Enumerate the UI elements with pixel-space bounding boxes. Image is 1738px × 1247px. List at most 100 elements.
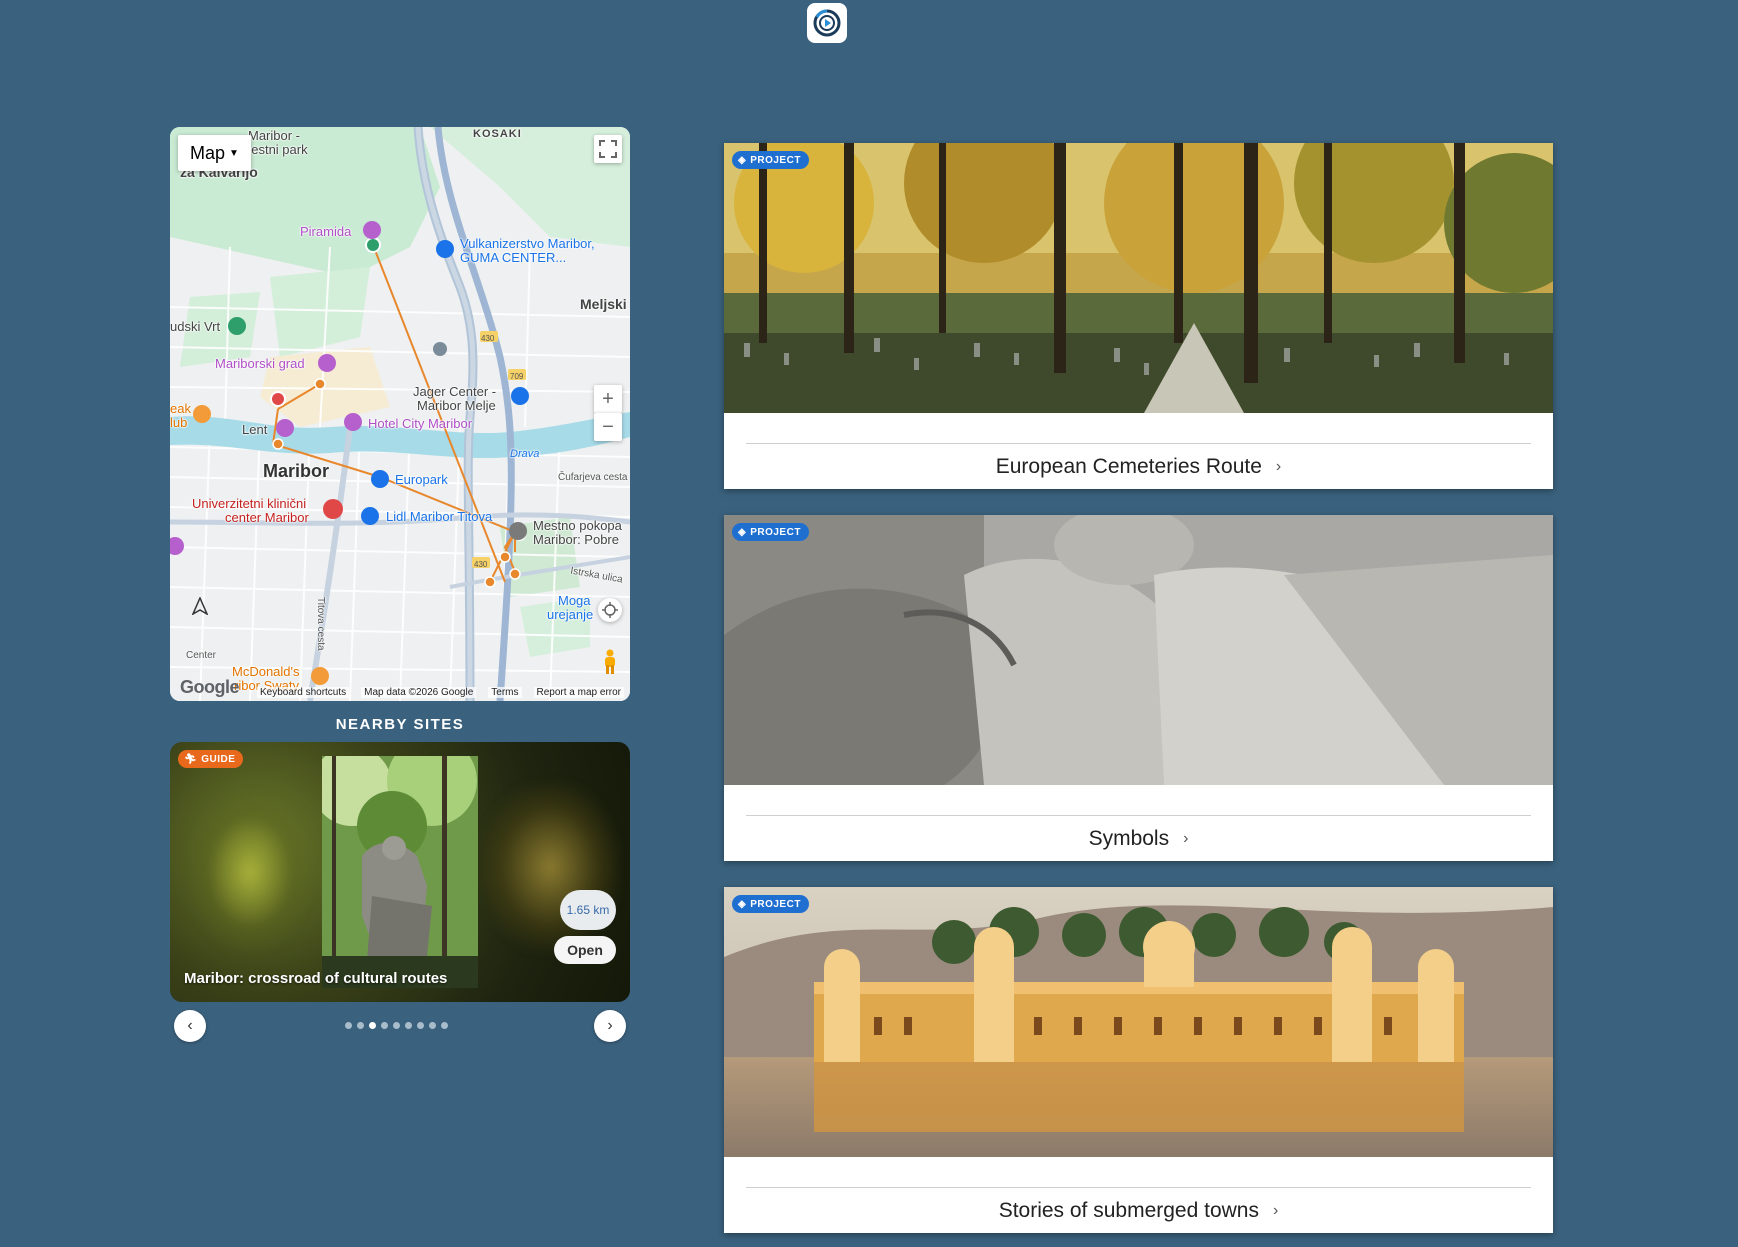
street-view-pegman[interactable] xyxy=(598,647,622,677)
map-label-maribor: Maribor xyxy=(263,461,330,481)
chevron-right-icon: › xyxy=(1183,830,1189,847)
project-card[interactable]: ◈ PROJECT Symbols › xyxy=(724,515,1553,861)
carousel-dot[interactable] xyxy=(417,1022,424,1029)
guide-badge: 🏃︎ GUIDE xyxy=(178,750,244,768)
project-title: Symbols xyxy=(1088,827,1170,850)
map-label-piramida: Piramida xyxy=(300,224,352,239)
app-logo[interactable] xyxy=(807,3,847,43)
hiker-icon: 🏃︎ xyxy=(184,753,198,765)
nearby-site-photo xyxy=(322,756,478,988)
map-label-lent: Lent xyxy=(242,422,268,437)
divider xyxy=(746,1187,1531,1188)
map-label-mariborski-grad: Mariborski grad xyxy=(215,356,305,371)
layers-icon: ◈ xyxy=(738,526,747,538)
project-title: Stories of submerged towns xyxy=(998,1199,1259,1222)
open-button[interactable]: Open xyxy=(554,936,616,964)
divider xyxy=(746,815,1531,816)
map-data-attribution: Map data ©2026 Google xyxy=(361,686,477,698)
project-badge-label: PROJECT xyxy=(750,898,801,910)
map-label-lub: lub xyxy=(170,415,188,430)
map-label-moga-2: urejanje xyxy=(547,607,594,622)
carousel-dot[interactable] xyxy=(405,1022,412,1029)
map-label-titova-cesta: Titova cesta xyxy=(315,597,326,651)
map-label-ukc-1: Univerzitetni klinični xyxy=(192,496,307,511)
map-label-jager-1: Jager Center - xyxy=(413,384,497,399)
project-title-link[interactable]: Stories of submerged towns › xyxy=(724,1193,1553,1229)
caret-down-icon: ▼ xyxy=(229,147,239,159)
carousel-dot[interactable] xyxy=(393,1022,400,1029)
carousel-dot[interactable] xyxy=(345,1022,352,1029)
nearby-site-card[interactable]: 🏃︎ GUIDE 1.65 km Open Maribor: crossroad… xyxy=(170,742,630,1002)
chevron-left-icon: ‹ xyxy=(187,1017,193,1034)
project-title-link[interactable]: European Cemeteries Route › xyxy=(724,449,1553,485)
map-label-cufarjeva: Čufarjeva cesta xyxy=(558,472,628,483)
carousel-dot[interactable] xyxy=(441,1022,448,1029)
logo-icon xyxy=(813,9,841,37)
map-label-eak: eak xyxy=(170,401,191,416)
fullscreen-icon xyxy=(599,140,617,158)
chevron-right-icon: › xyxy=(607,1017,613,1034)
layers-icon: ◈ xyxy=(738,898,747,910)
my-location-button[interactable] xyxy=(598,598,622,622)
zoom-in-button[interactable]: + xyxy=(594,385,622,413)
road-shield-430: 430 xyxy=(481,334,495,343)
card-background-blur xyxy=(190,792,310,952)
divider xyxy=(746,443,1531,444)
map-label-lidl: Lidl Maribor Titova xyxy=(386,509,493,524)
map-label-mestni-park: nestni park xyxy=(244,142,308,157)
map-label-meljski: Meljski xyxy=(580,296,627,312)
project-title: European Cemeteries Route xyxy=(995,455,1262,478)
project-photo xyxy=(724,887,1553,1157)
project-badge-label: PROJECT xyxy=(750,154,801,166)
crosshair-icon xyxy=(602,602,618,618)
carousel-dot[interactable] xyxy=(429,1022,436,1029)
layers-icon: ◈ xyxy=(738,154,747,166)
keyboard-shortcuts-link[interactable]: Keyboard shortcuts xyxy=(256,686,350,698)
map-label-maribor-park: Maribor - xyxy=(248,128,301,143)
project-photo xyxy=(724,143,1553,413)
map-label-center: Center xyxy=(186,650,217,661)
project-title-link[interactable]: Symbols › xyxy=(724,821,1553,857)
map-type-label: Map xyxy=(190,142,226,163)
project-photo xyxy=(724,515,1553,785)
road-shield-709: 709 xyxy=(510,372,524,381)
pegman-icon xyxy=(605,649,615,674)
fullscreen-button[interactable] xyxy=(594,135,622,163)
nearby-site-name: Maribor: crossroad of cultural routes xyxy=(184,970,448,987)
map-label-mcdonalds-1: McDonald's xyxy=(232,664,300,679)
plus-icon: + xyxy=(602,387,614,410)
map-label-hotel-city: Hotel City Maribor xyxy=(368,416,473,431)
chevron-right-icon: › xyxy=(1275,458,1282,475)
nearby-sites-heading: NEARBY SITES xyxy=(335,716,465,733)
carousel-dot[interactable] xyxy=(357,1022,364,1029)
minus-icon: − xyxy=(602,415,614,438)
project-badge: ◈ PROJECT xyxy=(732,151,809,169)
map-label-mestno-pokopalisce-2: Maribor: Pobre xyxy=(533,532,619,547)
project-card[interactable]: ◈ PROJECT European Cemeteries Route › xyxy=(724,143,1553,489)
map-label-mestno-pokopalisce-1: Mestno pokopa xyxy=(533,518,622,533)
map-label-vulkanizerstvo-1: Vulkanizerstvo Maribor, xyxy=(460,236,595,251)
distance-pill: 1.65 km xyxy=(560,890,616,930)
carousel-next-button[interactable]: › xyxy=(594,1010,626,1042)
guide-badge-label: GUIDE xyxy=(201,753,236,765)
map-type-button[interactable]: Map ▼ xyxy=(178,135,251,171)
report-map-error-link[interactable]: Report a map error xyxy=(533,686,624,698)
project-badge: ◈ PROJECT xyxy=(732,523,809,541)
carousel-prev-button[interactable]: ‹ xyxy=(174,1010,206,1042)
map-label-udski-vrt: udski Vrt xyxy=(170,319,221,334)
map-label-drava: Drava xyxy=(510,448,540,460)
zoom-out-button[interactable]: − xyxy=(594,413,622,441)
chevron-right-icon: › xyxy=(1272,1202,1279,1219)
map-footer: Keyboard shortcuts Map data ©2026 Google… xyxy=(170,683,630,701)
project-card[interactable]: ◈ PROJECT Stories of submerged towns › xyxy=(724,887,1553,1233)
north-arrow-icon xyxy=(191,596,209,620)
carousel-dot[interactable] xyxy=(381,1022,388,1029)
project-badge-label: PROJECT xyxy=(750,526,801,538)
map-label-jager-2: Maribor Melje xyxy=(417,398,496,413)
map-label-vulkanizerstvo-2: GUMA CENTER... xyxy=(460,250,567,265)
carousel-dot-active[interactable] xyxy=(369,1022,376,1029)
map-label-ukc-2: center Maribor xyxy=(225,510,309,525)
carousel-dots xyxy=(345,1022,448,1029)
terms-link[interactable]: Terms xyxy=(488,686,522,698)
map[interactable]: Maribor - nestni park za Kalvarijo KOSAK… xyxy=(170,127,630,701)
